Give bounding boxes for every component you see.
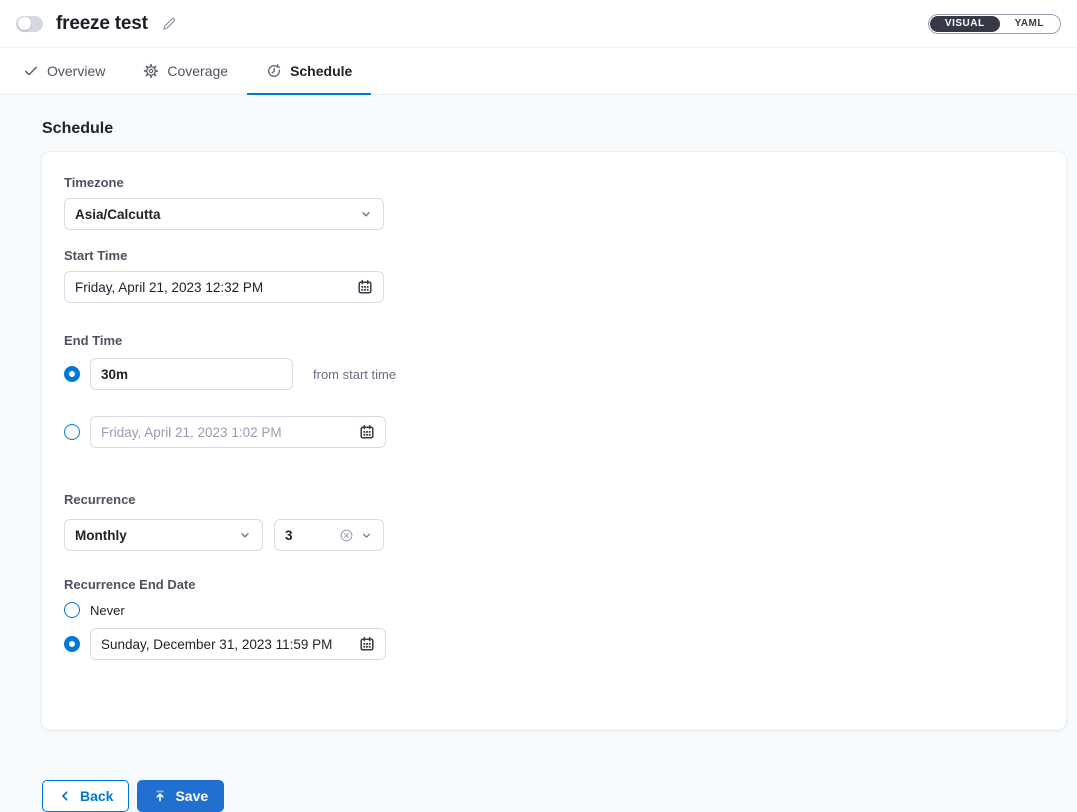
recurrence-end-input[interactable] [101, 637, 351, 652]
save-button[interactable]: Save [137, 780, 224, 812]
duration-input[interactable] [101, 367, 282, 382]
back-button[interactable]: Back [42, 780, 129, 812]
recurrence-end-datetime-option [64, 628, 1044, 660]
recurrence-every-input[interactable] [285, 528, 335, 543]
timezone-field: Timezone Asia/Calcutta [64, 175, 1044, 230]
duration-radio[interactable] [64, 366, 80, 382]
chevron-left-icon [58, 789, 72, 803]
end-datetime-input-wrap [90, 416, 386, 448]
save-button-label: Save [175, 788, 208, 804]
start-time-label: Start Time [64, 248, 1044, 263]
calendar-icon[interactable] [359, 636, 375, 652]
start-time-input-wrap [64, 271, 384, 303]
end-datetime-input[interactable] [101, 425, 351, 440]
schedule-panel: Schedule Timezone Asia/Calcutta Start Ti… [0, 120, 1077, 812]
timezone-value: Asia/Calcutta [75, 207, 353, 222]
recurrence-end-input-wrap [90, 628, 386, 660]
tab-label: Overview [47, 63, 105, 79]
page-title: freeze test [56, 13, 148, 35]
visual-yaml-toggle: VISUAL YAML [928, 14, 1061, 34]
tab-label: Coverage [167, 63, 228, 79]
duration-input-wrap [90, 358, 293, 390]
recurrence-end-date-label: Recurrence End Date [64, 577, 1044, 592]
recurrence-field: Recurrence Monthly [64, 492, 1044, 551]
pencil-icon [161, 16, 177, 32]
clear-icon[interactable] [339, 528, 354, 543]
tab-label: Schedule [290, 63, 352, 79]
never-option: Never [64, 602, 1044, 618]
recurrence-end-date-field: Recurrence End Date Never [64, 577, 1044, 660]
visual-toggle-button[interactable]: VISUAL [930, 16, 1000, 32]
start-time-field: Start Time [64, 248, 1044, 303]
back-button-label: Back [80, 788, 113, 804]
start-time-input[interactable] [75, 280, 349, 295]
recurrence-type-value: Monthly [75, 528, 232, 543]
recurrence-type-select[interactable]: Monthly [64, 519, 263, 551]
recurrence-every-combobox [274, 519, 384, 551]
from-start-time-text: from start time [313, 367, 396, 382]
chevron-down-icon [360, 529, 373, 542]
end-time-duration-option: from start time [64, 358, 1044, 390]
footer-actions: Back Save [42, 780, 1077, 812]
calendar-icon[interactable] [357, 279, 373, 295]
chevron-down-icon [238, 528, 252, 542]
chevron-down-icon [359, 207, 373, 221]
recurrence-label: Recurrence [64, 492, 1044, 507]
timezone-label: Timezone [64, 175, 1044, 190]
schedule-card: Timezone Asia/Calcutta Start Time [42, 152, 1066, 730]
recurring-schedule-icon [266, 63, 282, 79]
freeze-enabled-toggle[interactable] [16, 16, 43, 32]
recurrence-end-radio[interactable] [64, 636, 80, 652]
toggle-knob [18, 17, 31, 30]
end-datetime-radio[interactable] [64, 424, 80, 440]
end-time-label: End Time [64, 333, 1044, 348]
gear-icon [143, 63, 159, 79]
section-heading: Schedule [42, 120, 1077, 138]
tab-schedule[interactable]: Schedule [247, 48, 371, 95]
upload-icon [153, 789, 167, 803]
never-radio[interactable] [64, 602, 80, 618]
check-icon [23, 63, 39, 79]
tab-overview[interactable]: Overview [4, 48, 124, 95]
calendar-icon[interactable] [359, 424, 375, 440]
end-time-datetime-option [64, 416, 1044, 448]
timezone-select[interactable]: Asia/Calcutta [64, 198, 384, 230]
studio-tabs: Overview Coverage [0, 48, 1077, 95]
yaml-toggle-button[interactable]: YAML [1000, 16, 1059, 32]
tab-coverage[interactable]: Coverage [124, 48, 247, 95]
top-bar: freeze test VISUAL YAML [0, 0, 1077, 48]
edit-name-button[interactable] [161, 16, 177, 32]
never-label: Never [90, 603, 125, 618]
end-time-field: End Time from start time [64, 333, 1044, 448]
freeze-window-studio: freeze test VISUAL YAML Overview [0, 0, 1077, 809]
